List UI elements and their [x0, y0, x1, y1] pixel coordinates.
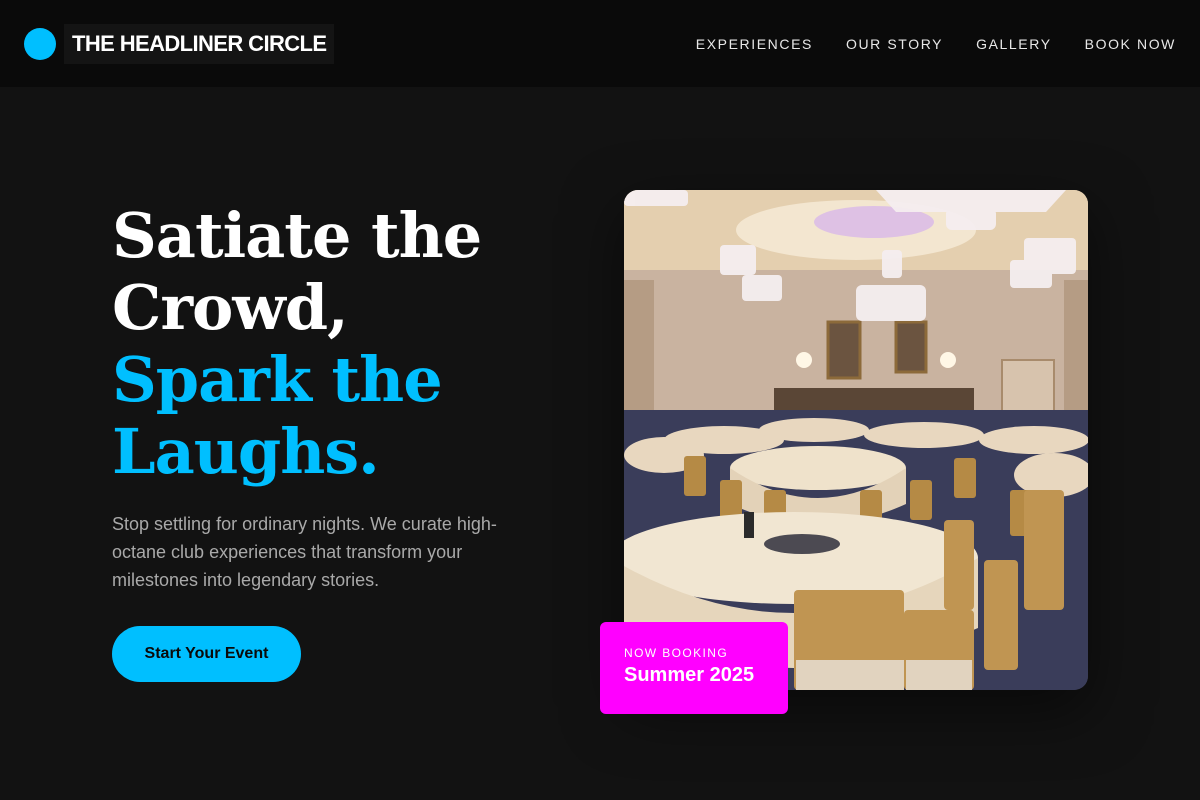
badge-title: Summer 2025: [624, 664, 755, 686]
start-your-event-button[interactable]: Start Your Event: [112, 626, 301, 682]
nav-link-gallery[interactable]: GALLERY: [976, 36, 1052, 52]
main-nav: EXPERIENCES OUR STORY GALLERY BOOK NOW: [663, 0, 1176, 87]
headline-line-2: Crowd,: [112, 271, 349, 344]
badge-kicker: NOW BOOKING: [624, 646, 729, 660]
brand-name: THE HEADLINER CIRCLE: [64, 24, 335, 64]
nav-link-experiences[interactable]: EXPERIENCES: [696, 36, 813, 52]
hero-description: Stop settling for ordinary nights. We cu…: [112, 514, 497, 590]
now-booking-badge: NOW BOOKING Summer 2025: [600, 622, 788, 714]
site-header: THE HEADLINER CIRCLE EXPERIENCES OUR STO…: [0, 0, 1200, 87]
nav-link-our-story[interactable]: OUR STORY: [846, 36, 943, 52]
hero-image: [624, 190, 1088, 690]
nav-link-book-now[interactable]: BOOK NOW: [1085, 36, 1176, 52]
hero-headline: Satiate the Crowd, Spark the Laughs.: [112, 200, 552, 488]
brand-dot-icon: [24, 28, 56, 60]
brand-logo[interactable]: THE HEADLINER CIRCLE: [24, 24, 335, 64]
headline-accent-line-1: Spark the: [112, 343, 443, 416]
headline-line-1: Satiate the: [112, 199, 482, 272]
headline-accent-line-2: Laughs.: [112, 415, 380, 488]
